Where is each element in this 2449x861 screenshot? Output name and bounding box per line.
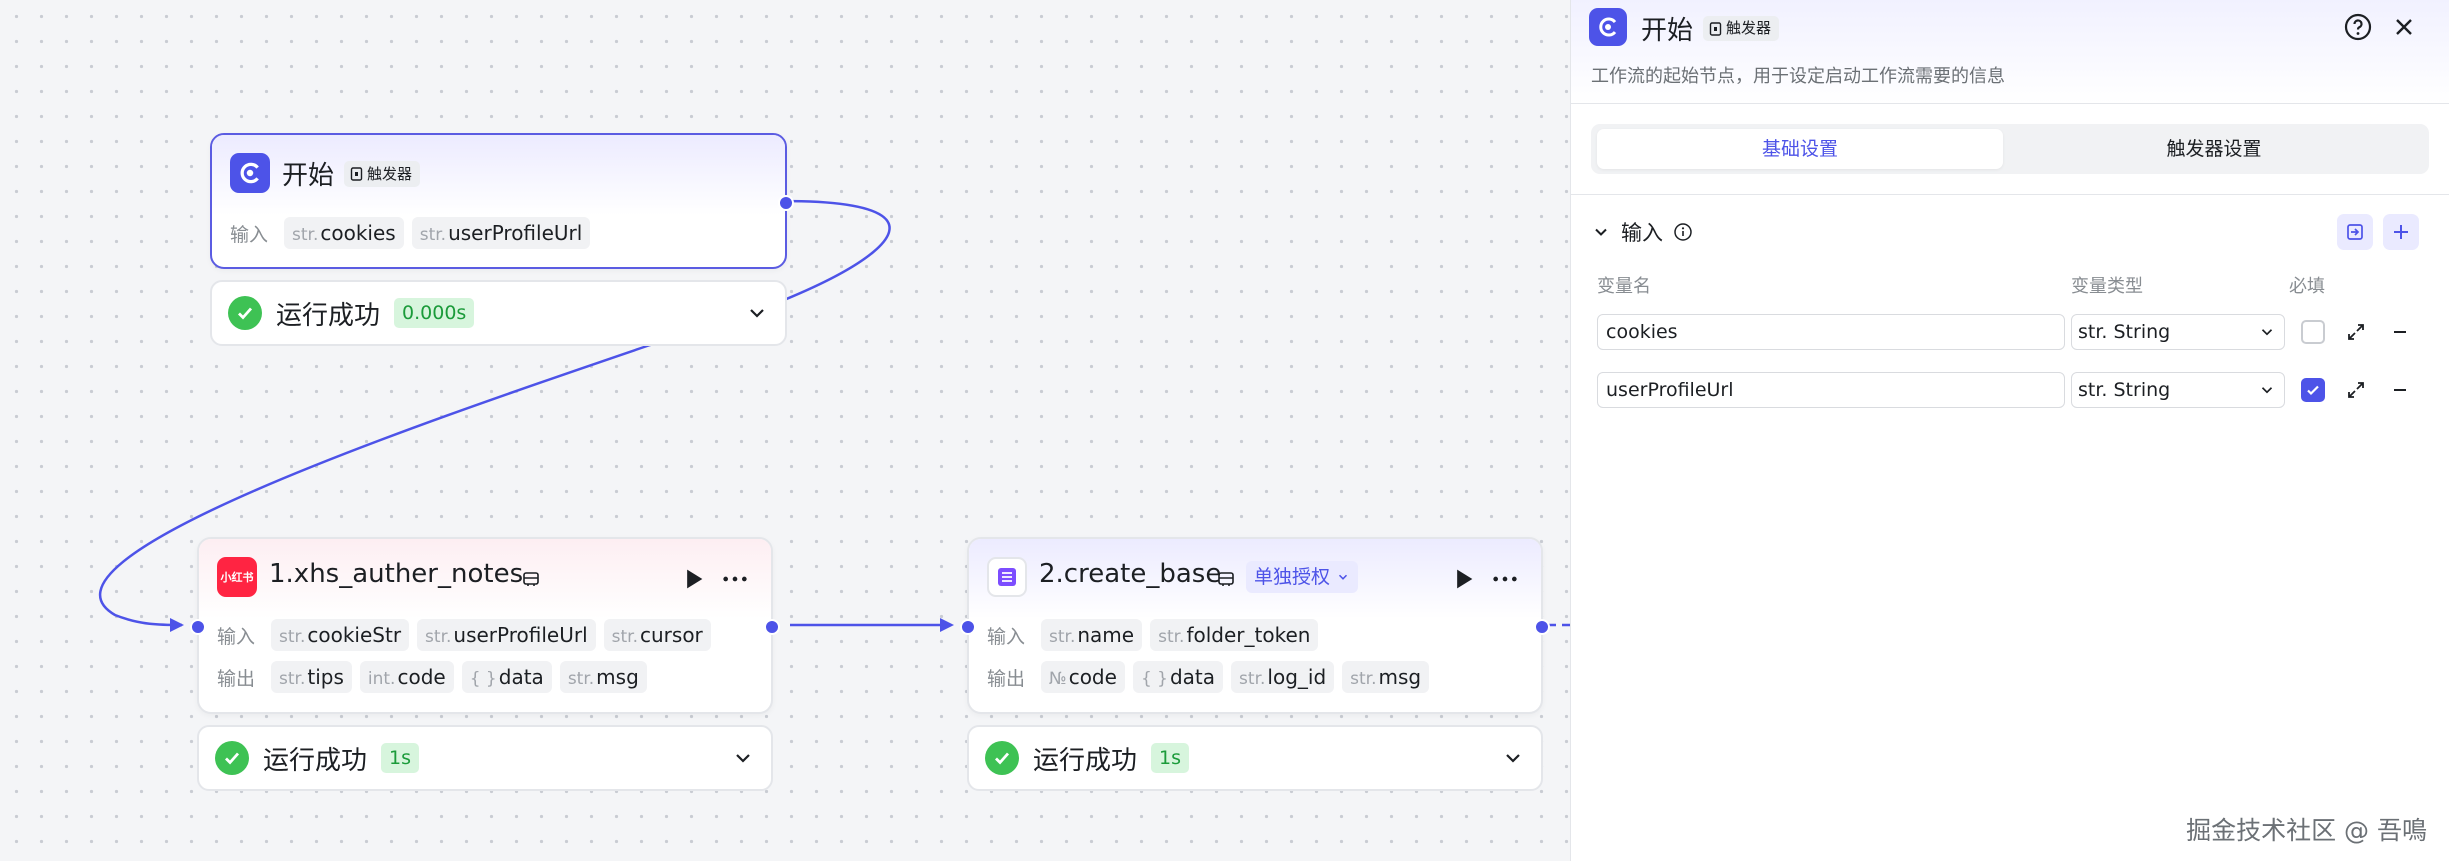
help-icon[interactable] (2343, 12, 2373, 42)
node2-title: 2.create_base (1039, 559, 1222, 589)
add-variable-button[interactable] (2383, 214, 2419, 250)
divider (1571, 194, 2449, 195)
column-header-name: 变量名 (1597, 276, 1651, 297)
settings-tabs: 基础设置 触发器设置 (1591, 124, 2429, 174)
tab-trigger-settings[interactable]: 触发器设置 (2011, 129, 2417, 169)
output-port[interactable] (1534, 619, 1550, 635)
run-icon[interactable] (1449, 565, 1477, 593)
more-icon[interactable] (1491, 565, 1519, 593)
plus-icon (2394, 225, 2408, 239)
plugin-icon (523, 572, 539, 586)
output-chip: str. tips (271, 661, 352, 693)
plugin-icon (1218, 572, 1234, 586)
remove-icon[interactable] (2389, 379, 2411, 401)
output-chip: str. msg (559, 661, 647, 693)
chevron-down-icon[interactable] (1591, 222, 1611, 242)
more-icon[interactable] (721, 565, 749, 593)
output-chip: № code (1041, 661, 1125, 693)
input-chip: str. cookies (284, 217, 404, 249)
input-section-header[interactable]: 输入 (1591, 216, 1693, 248)
panel-description: 工作流的起始节点，用于设定启动工作流需要的信息 (1591, 66, 2005, 87)
column-header-required: 必填 (2289, 276, 2325, 297)
start-node-result[interactable]: 运行成功 0.000s (210, 280, 787, 346)
start-node[interactable]: 开始 触发器 输入 str. cookies str. userProfileUrl (210, 133, 794, 269)
success-icon (215, 741, 249, 775)
panel-title: 开始 (1641, 16, 1694, 46)
output-chip: str. msg (1342, 661, 1430, 693)
variable-name-input[interactable]: cookies (1597, 314, 2065, 350)
variable-type-select[interactable]: str. String (2071, 314, 2285, 350)
chevron-down-icon (2261, 329, 2273, 336)
input-chip: str. folder_token (1150, 619, 1319, 651)
close-icon[interactable] (2389, 12, 2419, 42)
run-icon[interactable] (679, 565, 707, 593)
time-badge: 1s (1151, 743, 1190, 773)
output-port[interactable] (778, 195, 794, 211)
variable-type-select[interactable]: str. String (2071, 372, 2285, 408)
input-port[interactable] (190, 619, 206, 635)
start-node-title: 开始 (282, 161, 335, 191)
output-chip: int. code (359, 661, 454, 693)
time-badge: 1s (381, 743, 420, 773)
input-port[interactable] (960, 619, 976, 635)
xiaohongshu-logo: 小红书 (217, 557, 257, 597)
input-chip: str. cookieStr (271, 619, 410, 651)
trigger-icon (1709, 21, 1722, 36)
start-node-icon (1589, 8, 1627, 46)
node2-result[interactable]: 运行成功 1s (967, 725, 1543, 791)
workflow-canvas[interactable]: 开始 触发器 输入 str. cookies str. userProfileUrl… (0, 0, 1570, 861)
required-checkbox[interactable] (2301, 320, 2325, 344)
output-chip: { } data (461, 661, 552, 693)
divider (1571, 103, 2449, 104)
node2-outputs: 输出 № code { } data str. log_id str. msg (987, 661, 1430, 693)
base-icon (987, 557, 1027, 597)
success-icon (228, 296, 262, 330)
check-icon (2307, 385, 2319, 396)
trigger-icon (350, 167, 363, 181)
node1-result[interactable]: 运行成功 1s (197, 725, 773, 791)
create-base-node[interactable]: 2.create_base 单独授权 输入 str. name str. folde… (960, 537, 1550, 714)
auth-dropdown[interactable]: 单独授权 (1246, 561, 1359, 593)
node-settings-panel: 开始 触发器 工作流的起始节点，用于设定启动工作流需要的信息 基础设置 触发器设… (1570, 0, 2449, 861)
start-node-icon (230, 153, 270, 193)
import-icon (2347, 224, 2363, 240)
output-chip: str. log_id (1231, 661, 1335, 693)
input-chip: str. cursor (603, 619, 711, 651)
output-chip: { } data (1132, 661, 1224, 693)
chevron-down-icon[interactable] (731, 746, 755, 770)
variable-name-input[interactable]: userProfileUrl (1597, 372, 2065, 408)
node1-title: 1.xhs_auther_notes (269, 559, 524, 589)
chevron-down-icon (1338, 574, 1348, 580)
start-node-inputs: 输入 str. cookies str. userProfileUrl (230, 217, 591, 249)
trigger-tag: 触发器 (1703, 16, 1780, 41)
chevron-down-icon[interactable] (1501, 746, 1525, 770)
xhs-auther-notes-node[interactable]: 小红书 1.xhs_auther_notes 输入 str. cookieStr … (190, 537, 780, 714)
trigger-tag: 触发器 (344, 161, 421, 187)
required-checkbox[interactable] (2301, 378, 2325, 402)
expand-icon[interactable] (2345, 321, 2367, 343)
expand-icon[interactable] (2345, 379, 2367, 401)
time-badge: 0.000s (394, 298, 475, 328)
chevron-down-icon (2261, 387, 2273, 394)
input-chip: str. name (1041, 619, 1143, 651)
node1-outputs: 输出 str. tips int. code { } data str. msg (217, 661, 647, 693)
remove-icon[interactable] (2389, 321, 2411, 343)
input-chip: str. userProfileUrl (417, 619, 596, 651)
node1-inputs: 输入 str. cookieStr str. userProfileUrl str.… (217, 619, 711, 651)
section-title: 输入 (1621, 221, 1663, 245)
output-port[interactable] (764, 619, 780, 635)
chevron-down-icon[interactable] (745, 301, 769, 325)
column-header-type: 变量类型 (2071, 276, 2143, 297)
import-button[interactable] (2337, 214, 2373, 250)
tab-basic-settings[interactable]: 基础设置 (1597, 129, 2003, 169)
input-chip: str. userProfileUrl (411, 217, 591, 249)
watermark: 掘金技术社区 @ 吾鳴 (2186, 816, 2427, 845)
info-icon[interactable] (1673, 222, 1693, 242)
success-icon (985, 741, 1019, 775)
node2-inputs: 输入 str. name str. folder_token (987, 619, 1319, 651)
